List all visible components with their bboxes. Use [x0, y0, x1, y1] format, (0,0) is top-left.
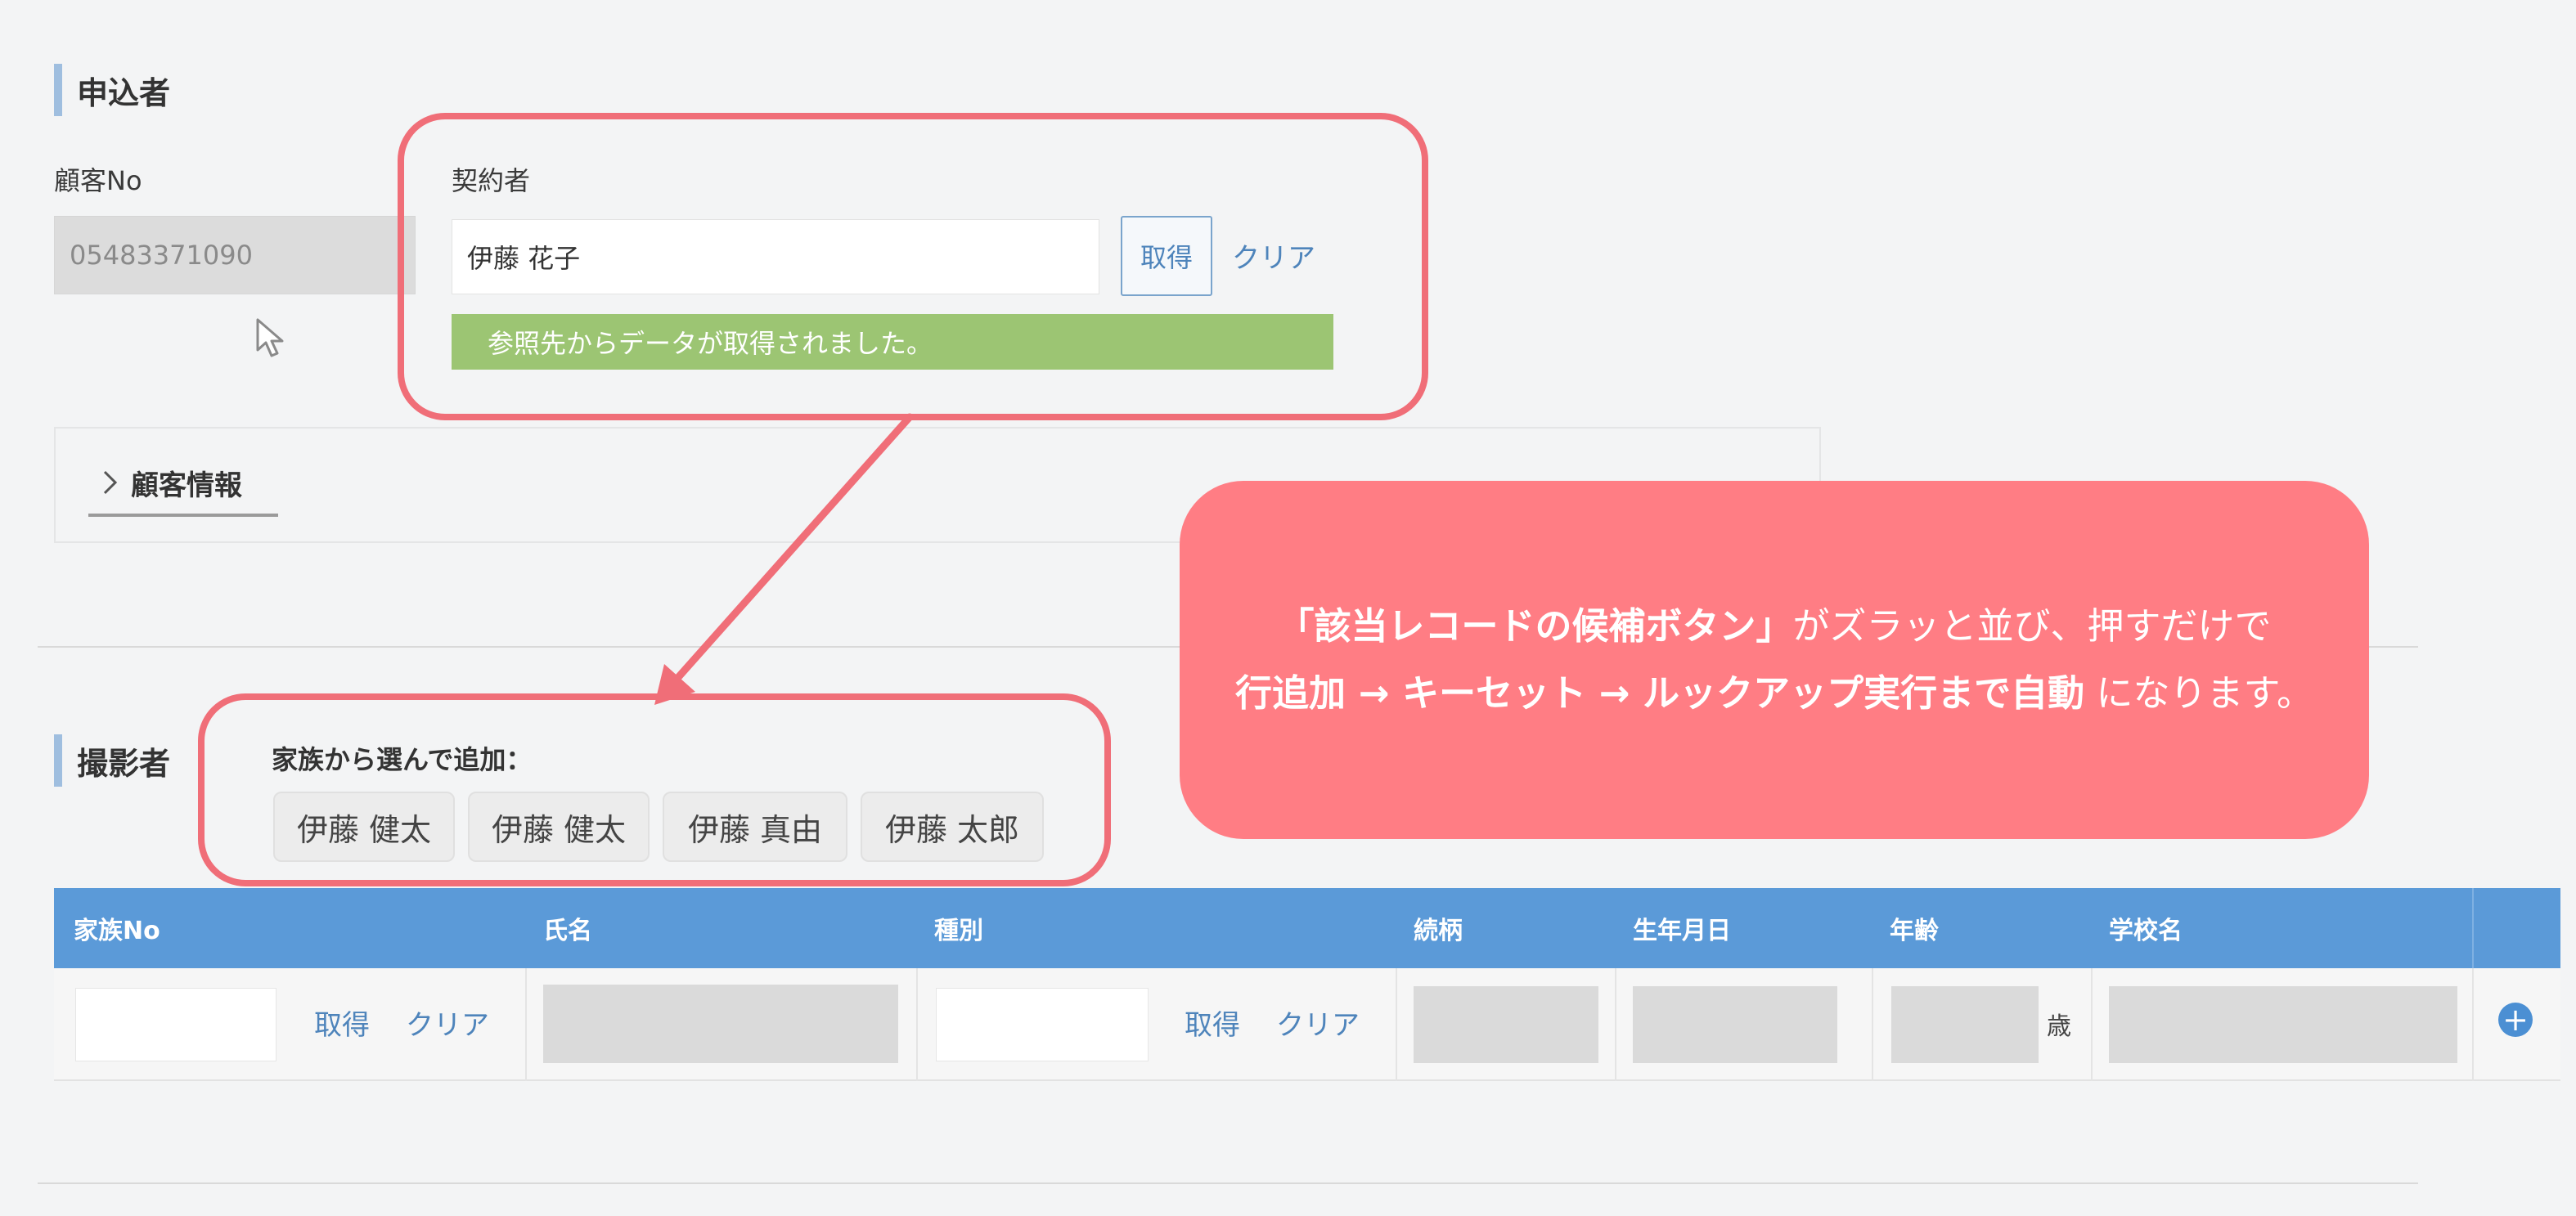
applicant-title-text: 申込者 — [77, 74, 171, 111]
age-unit: 歳 — [2047, 1012, 2071, 1041]
cell-separator — [916, 968, 918, 1081]
customer-no-label: 顧客No — [54, 165, 142, 196]
school-field — [2109, 986, 2457, 1063]
callout-arrow — [654, 413, 914, 705]
birthdate-field — [1633, 986, 1837, 1063]
family-no-input[interactable] — [75, 988, 276, 1061]
col-header-age: 年齢 — [1890, 917, 1939, 945]
customer-no-value: 05483371090 — [70, 240, 253, 271]
contractor-highlight-frame — [398, 113, 1428, 420]
explanation-callout: 「該当レコードの候補ボタン」がズラッと並び、押すだけで 行追加 → キーセット … — [1180, 481, 2369, 839]
col-header-relation: 続柄 — [1414, 917, 1463, 945]
relation-field — [1414, 986, 1598, 1063]
callout-line-2: 行追加 → キーセット → ルックアップ実行まで自動 になります。 — [1235, 660, 2313, 727]
col-header-school: 学校名 — [2109, 917, 2183, 945]
type-input[interactable] — [936, 988, 1149, 1061]
customer-no-field: 05483371090 — [54, 216, 416, 294]
applicant-section-title: 申込者 — [54, 64, 170, 116]
photographer-title-text: 撮影者 — [77, 745, 171, 782]
section-divider — [38, 1182, 2418, 1184]
chevron-right-icon — [103, 470, 118, 495]
photographer-section-title: 撮影者 — [54, 734, 170, 787]
mouse-pointer-icon — [256, 318, 284, 357]
col-header-name: 氏名 — [543, 917, 592, 945]
cell-separator — [1872, 968, 1873, 1081]
col-header-birthdate: 生年月日 — [1633, 917, 1731, 945]
cell-separator — [2472, 968, 2474, 1081]
section-accent-bar — [54, 734, 62, 787]
col-header-family-no: 家族No — [74, 917, 160, 945]
family-chips-highlight-frame — [198, 693, 1111, 886]
cell-separator — [1396, 968, 1397, 1081]
callout-line-1: 「該当レコードの候補ボタン」がズラッと並び、押すだけで — [1277, 593, 2271, 660]
section-accent-bar — [54, 64, 62, 116]
callout-line-1-bold: 「該当レコードの候補ボタン」 — [1277, 604, 1793, 648]
family-no-get-link[interactable]: 取得 — [314, 1003, 370, 1043]
family-no-clear-link[interactable]: クリア — [406, 1003, 489, 1043]
callout-line-2-rest: になります。 — [2096, 671, 2313, 715]
type-get-link[interactable]: 取得 — [1185, 1003, 1240, 1043]
cell-separator — [2091, 968, 2093, 1081]
customer-info-toggle[interactable]: 顧客情報 — [101, 460, 242, 505]
type-clear-link[interactable]: クリア — [1276, 1003, 1360, 1043]
col-header-type: 種別 — [934, 917, 983, 945]
callout-line-2-bold: 行追加 → キーセット → ルックアップ実行まで自動 — [1235, 671, 2085, 715]
callout-line-1-rest: がズラッと並び、押すだけで — [1792, 604, 2272, 648]
name-field — [543, 985, 898, 1063]
header-action-separator — [2472, 888, 2474, 968]
plus-circle-icon[interactable]: + — [2498, 1003, 2533, 1037]
customer-info-label: 顧客情報 — [131, 469, 242, 502]
table-header: 家族No 氏名 種別 続柄 生年月日 年齢 学校名 — [54, 888, 2560, 968]
accordion-underline — [88, 514, 278, 517]
age-field — [1891, 986, 2039, 1063]
cell-separator — [1615, 968, 1616, 1081]
cell-separator — [525, 968, 527, 1081]
